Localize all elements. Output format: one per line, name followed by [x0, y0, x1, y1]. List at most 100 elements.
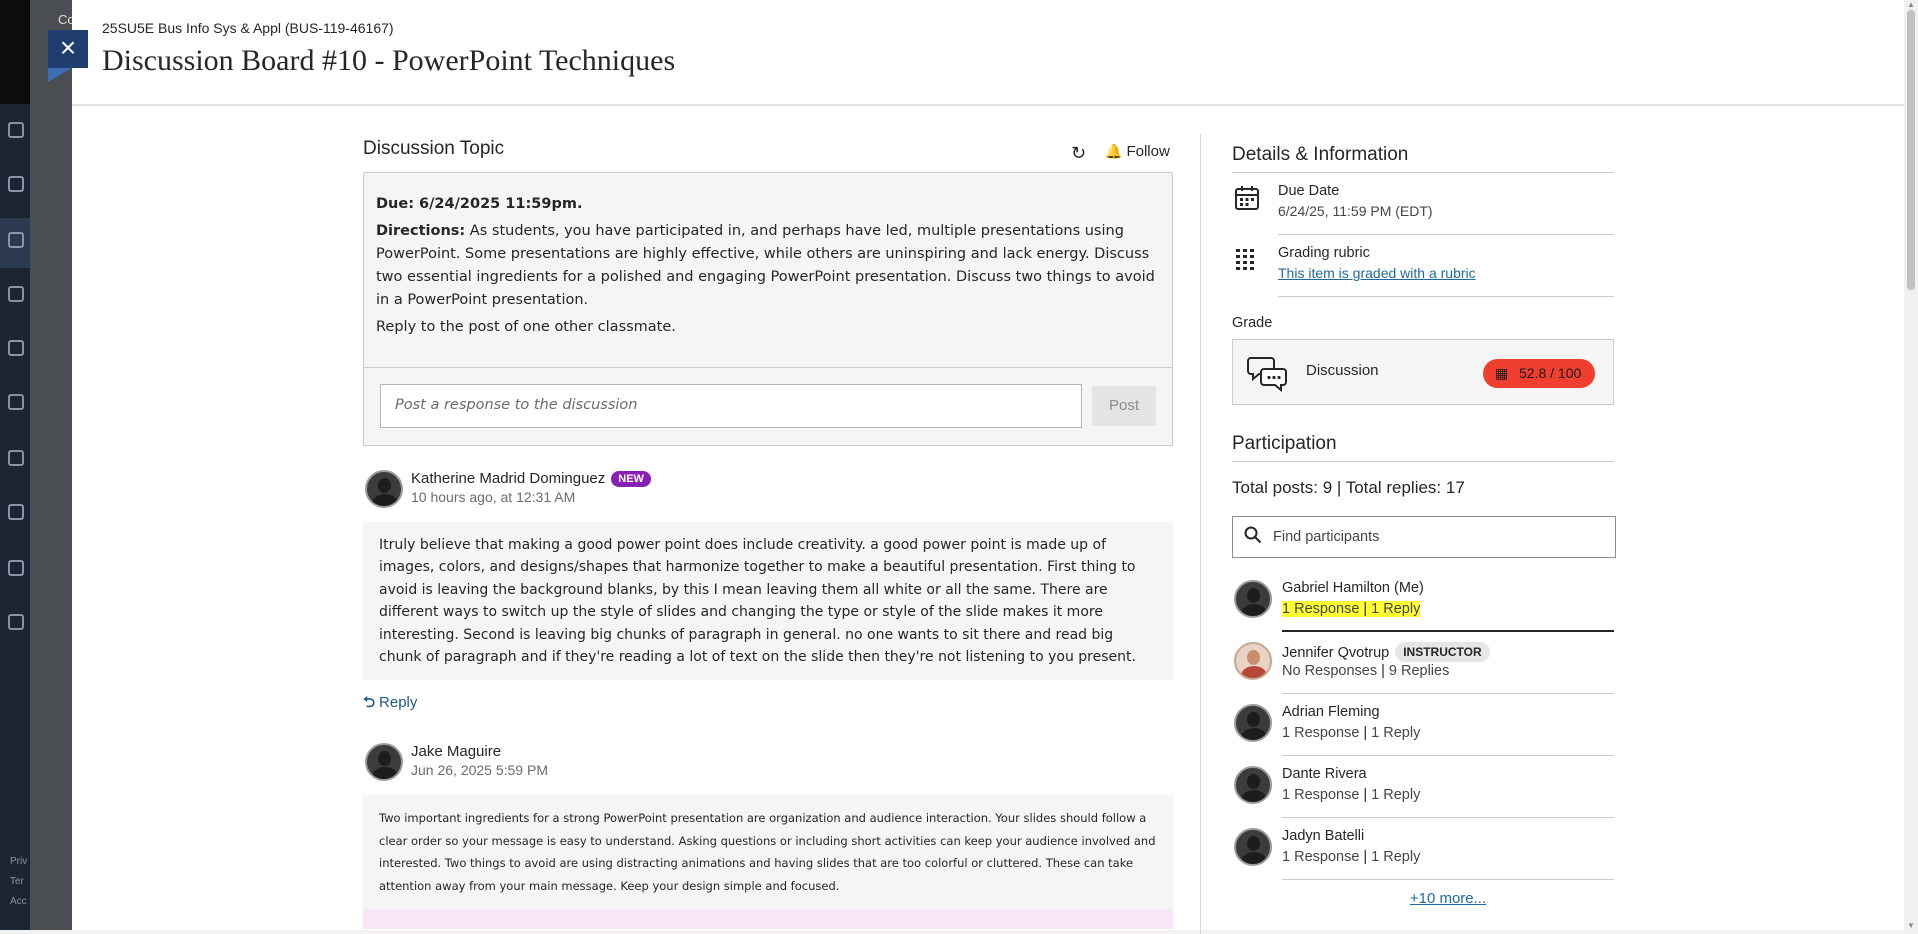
participant-stats: 1 Response | 1 Reply [1282, 601, 1421, 617]
reply-count: 1 Reply [1371, 849, 1421, 865]
author-name[interactable]: Katherine Madrid Dominguez NEW [411, 470, 651, 487]
scrollbar[interactable]: ▲ ▼ [1904, 0, 1918, 930]
participant-stats: 1 Response | 1 Reply [1282, 725, 1421, 741]
calendar-nav-icon [8, 394, 24, 410]
grade-item-name: Discussion [1306, 362, 1379, 379]
participant-name: Adrian Fleming [1282, 704, 1380, 720]
refresh-icon[interactable]: ↻ [1071, 143, 1086, 164]
participant-name: Jennifer Qvotrup INSTRUCTOR [1282, 642, 1490, 662]
grade-value: 52.8 / 100 [1519, 365, 1582, 381]
topic-box: Due: 6/24/2025 11:59pm. Directions: As s… [363, 172, 1173, 446]
close-button[interactable]: × [48, 30, 88, 68]
scrollbar-thumb[interactable] [1907, 10, 1915, 290]
post-response-input[interactable]: Post a response to the discussion [380, 384, 1082, 428]
response-body: Itruly believe that making a good power … [363, 522, 1173, 681]
background-nav: Priv Ter Acc [0, 0, 30, 930]
participant-item[interactable]: Jennifer Qvotrup INSTRUCTOR No Responses |… [1234, 632, 1614, 694]
grade-pill[interactable]: ▦ 52.8 / 100 [1483, 359, 1595, 388]
globe-icon [8, 232, 24, 248]
scroll-up-icon[interactable]: ▲ [1907, 0, 1915, 9]
details-sidebar: Details & Information Due Date 6/24/25, … [1232, 132, 1616, 907]
topic-header: Discussion Topic ↻ 🔔 Follow [363, 130, 1173, 170]
author-name-text: Katherine Madrid Dominguez [411, 470, 606, 487]
participant-list: Gabriel Hamilton (Me) 1 Response | 1 Reply… [1232, 570, 1614, 907]
reply-count: 9 Replies [1388, 663, 1450, 679]
due-date-row: Due Date 6/24/25, 11:59 PM (EDT) [1235, 173, 1614, 235]
participant-search[interactable]: Find participants [1232, 516, 1616, 558]
background-nav-top [0, 0, 30, 104]
participant-name-text: Jennifer Qvotrup [1282, 645, 1390, 661]
footer-terms: Ter [10, 876, 24, 887]
new-badge: NEW [611, 471, 651, 487]
avatar[interactable] [365, 470, 403, 508]
participant-stats: 1 Response | 1 Reply [1282, 787, 1421, 803]
calendar-icon [1234, 185, 1260, 218]
author-name[interactable]: Jake Maguire [411, 743, 501, 760]
reply-button[interactable]: ⮌ Reply [363, 692, 1173, 717]
response-item: Katherine Madrid Dominguez NEW 10 hours a… [363, 470, 1173, 717]
avatar [1234, 766, 1272, 804]
rubric-link[interactable]: This item is graded with a rubric [1278, 265, 1476, 281]
avatar [1234, 580, 1272, 618]
reply-count: 1 Reply [1371, 601, 1421, 617]
avatar [1234, 828, 1272, 866]
participant-item[interactable]: Jadyn Batelli 1 Response | 1 Reply [1234, 818, 1614, 880]
rubric-grid-icon: ▦ [1495, 365, 1509, 381]
reply-count: 1 Reply [1371, 787, 1421, 803]
discussion-icon [1247, 352, 1287, 393]
background-content: Co [30, 0, 75, 930]
search-input[interactable]: Find participants [1273, 529, 1379, 545]
participant-item[interactable]: Gabriel Hamilton (Me) 1 Response | 1 Reply [1234, 570, 1614, 632]
post-timestamp: Jun 26, 2025 5:59 PM [411, 762, 548, 779]
due-date-label: Due Date [1278, 183, 1340, 199]
topic-directions: Directions: As students, you have partic… [376, 220, 1160, 312]
due-date-value: 6/24/25, 11:59 PM (EDT) [1278, 203, 1433, 219]
follow-button[interactable]: 🔔 Follow [1105, 143, 1170, 160]
nested-reply-preview [363, 909, 1173, 930]
more-participants-link[interactable]: +10 more... [1282, 890, 1614, 907]
participant-stats: No Responses | 9 Replies [1282, 663, 1450, 679]
participation-heading: Participation [1232, 433, 1614, 462]
post-button[interactable]: Post [1092, 386, 1156, 426]
footer-accessibility: Acc [10, 896, 27, 907]
response-author-row: Jake Maguire Jun 26, 2025 5:59 PM [363, 743, 1173, 795]
directions-text: As students, you have participated in, a… [376, 223, 1155, 308]
reply-label: Reply [379, 694, 418, 712]
rubric-label: Grading rubric [1278, 245, 1370, 261]
post-timestamp: 10 hours ago, at 12:31 AM [411, 489, 576, 505]
response-item: Jake Maguire Jun 26, 2025 5:59 PM Two im… [363, 743, 1173, 930]
avatar [1234, 704, 1272, 742]
rubric-icon [1234, 247, 1260, 280]
messages-icon [8, 450, 24, 466]
rubric-row: Grading rubric This item is graded with … [1236, 235, 1614, 297]
signout-icon [8, 614, 24, 630]
participant-stats: 1 Response | 1 Reply [1282, 849, 1421, 865]
column-divider [1200, 134, 1201, 934]
participant-item[interactable]: Dante Rivera 1 Response | 1 Reply [1234, 756, 1614, 818]
grade-card[interactable]: Discussion ▦ 52.8 / 100 [1232, 339, 1614, 405]
response-count: 1 Response [1282, 787, 1360, 803]
instructor-badge: INSTRUCTOR [1395, 642, 1490, 662]
participant-item[interactable]: Adrian Fleming 1 Response | 1 Reply [1234, 694, 1614, 756]
course-name: 25SU5E Bus Info Sys & Appl (BUS-119-4616… [102, 20, 394, 36]
post-response-row: Post a response to the discussion Post [364, 367, 1172, 445]
response-body: Two important ingredients for a strong P… [363, 795, 1173, 910]
participant-name: Gabriel Hamilton (Me) [1282, 580, 1424, 596]
grade-label: Grade [1232, 315, 1273, 331]
response-count: 1 Response [1282, 601, 1360, 617]
details-heading: Details & Information [1232, 144, 1614, 173]
grades-icon [8, 504, 24, 520]
avatar[interactable] [365, 743, 403, 782]
reply-count: 1 Reply [1371, 725, 1421, 741]
profile-icon [8, 176, 24, 192]
search-icon [1244, 526, 1262, 549]
topic-heading: Discussion Topic [363, 138, 505, 159]
scroll-down-icon[interactable]: ▼ [1907, 921, 1915, 930]
follow-label: Follow [1126, 143, 1170, 160]
discussion-main: Discussion Topic ↻ 🔔 Follow Due: 6/24/202… [363, 130, 1173, 930]
reply-icon: ⮌ [363, 694, 376, 712]
footer-privacy: Priv [10, 856, 28, 867]
topic-reply-instruction: Reply to the post of one other classmate… [376, 319, 676, 335]
directions-label: Directions: [376, 223, 466, 239]
groups-icon [8, 340, 24, 356]
